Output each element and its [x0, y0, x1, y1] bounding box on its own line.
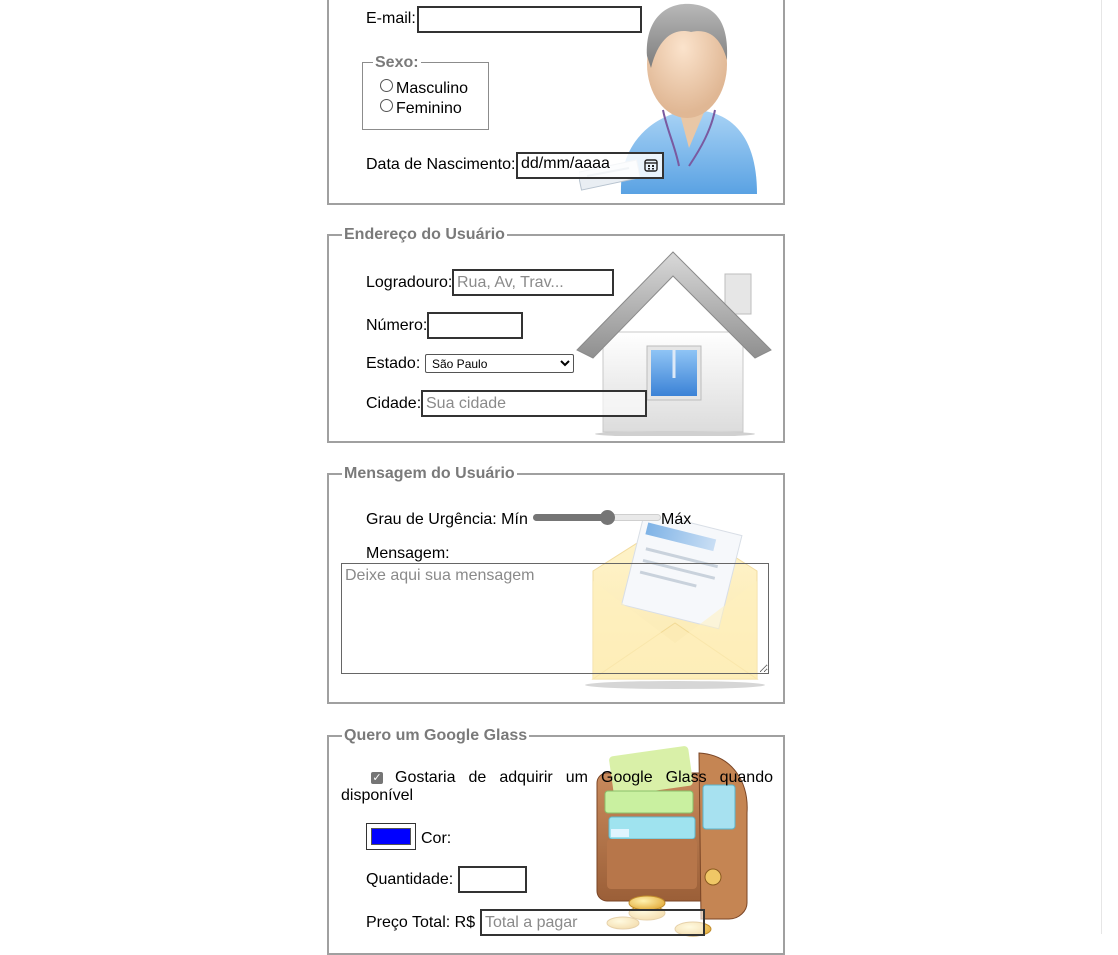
email-input[interactable] [417, 6, 642, 33]
urgency-slider-fill [533, 514, 607, 521]
address-legend: Endereço do Usuário [342, 225, 507, 245]
quantity-input[interactable] [458, 866, 527, 893]
radio-female-label: Feminino [396, 100, 462, 117]
birth-date-input[interactable]: dd/mm/aaaa [516, 152, 664, 179]
number-input[interactable] [427, 312, 523, 339]
color-picker[interactable] [366, 823, 416, 850]
address-fieldset: Endereço do Usuário Logradouro: Número: … [327, 225, 785, 443]
birth-date-placeholder: dd/mm/aaaa [521, 155, 610, 172]
message-legend: Mensagem do Usuário [342, 464, 517, 484]
radio-female[interactable]: Feminino [380, 99, 462, 119]
price-label: Preço Total: R$ [366, 914, 476, 931]
urgency-max-label: Máx [661, 511, 692, 528]
sex-legend: Sexo: [373, 53, 421, 73]
radio-male[interactable]: Masculino [380, 79, 468, 99]
street-input[interactable] [452, 269, 614, 296]
city-input[interactable] [421, 390, 647, 417]
color-label: Cor: [421, 830, 452, 847]
state-select[interactable]: São Paulo [425, 354, 574, 373]
glass-legend: Quero um Google Glass [342, 726, 530, 746]
quantity-label: Quantidade: [366, 871, 454, 888]
urgency-label: Grau de Urgência: Mín [366, 511, 528, 528]
number-label: Número: [366, 317, 428, 334]
city-label: Cidade: [366, 395, 422, 412]
email-label: E-mail: [366, 10, 416, 27]
urgency-slider[interactable] [533, 510, 661, 525]
calendar-icon[interactable] [644, 158, 658, 172]
page-scrollbar[interactable] [1101, 0, 1118, 934]
user-data-fieldset: E-mail: Sexo: Masculino Feminino Data de… [327, 0, 785, 205]
glass-checkbox-text: Gostaria de adquirir um Google Glass qua… [341, 769, 773, 805]
state-label: Estado: [366, 355, 421, 372]
urgency-slider-thumb[interactable] [600, 510, 615, 525]
message-fieldset: Mensagem do Usuário Grau de Urgência: Mí… [327, 464, 785, 704]
message-label: Mensagem: [366, 545, 450, 562]
radio-circle-icon[interactable] [380, 99, 393, 112]
message-textarea[interactable] [341, 563, 769, 674]
birth-date-label: Data de Nascimento: [366, 156, 516, 173]
radio-male-label: Masculino [396, 80, 469, 97]
sex-fieldset: Sexo: Masculino Feminino [362, 53, 489, 130]
street-label: Logradouro: [366, 274, 453, 291]
price-input[interactable] [480, 909, 705, 936]
glass-fieldset: Quero um Google Glass ✓ Gostaria de adqu… [327, 726, 785, 955]
glass-checkbox-label: Gostaria de adquirir um Google Glass qua… [341, 769, 773, 804]
color-swatch[interactable] [371, 828, 411, 845]
radio-circle-icon[interactable] [380, 79, 393, 92]
